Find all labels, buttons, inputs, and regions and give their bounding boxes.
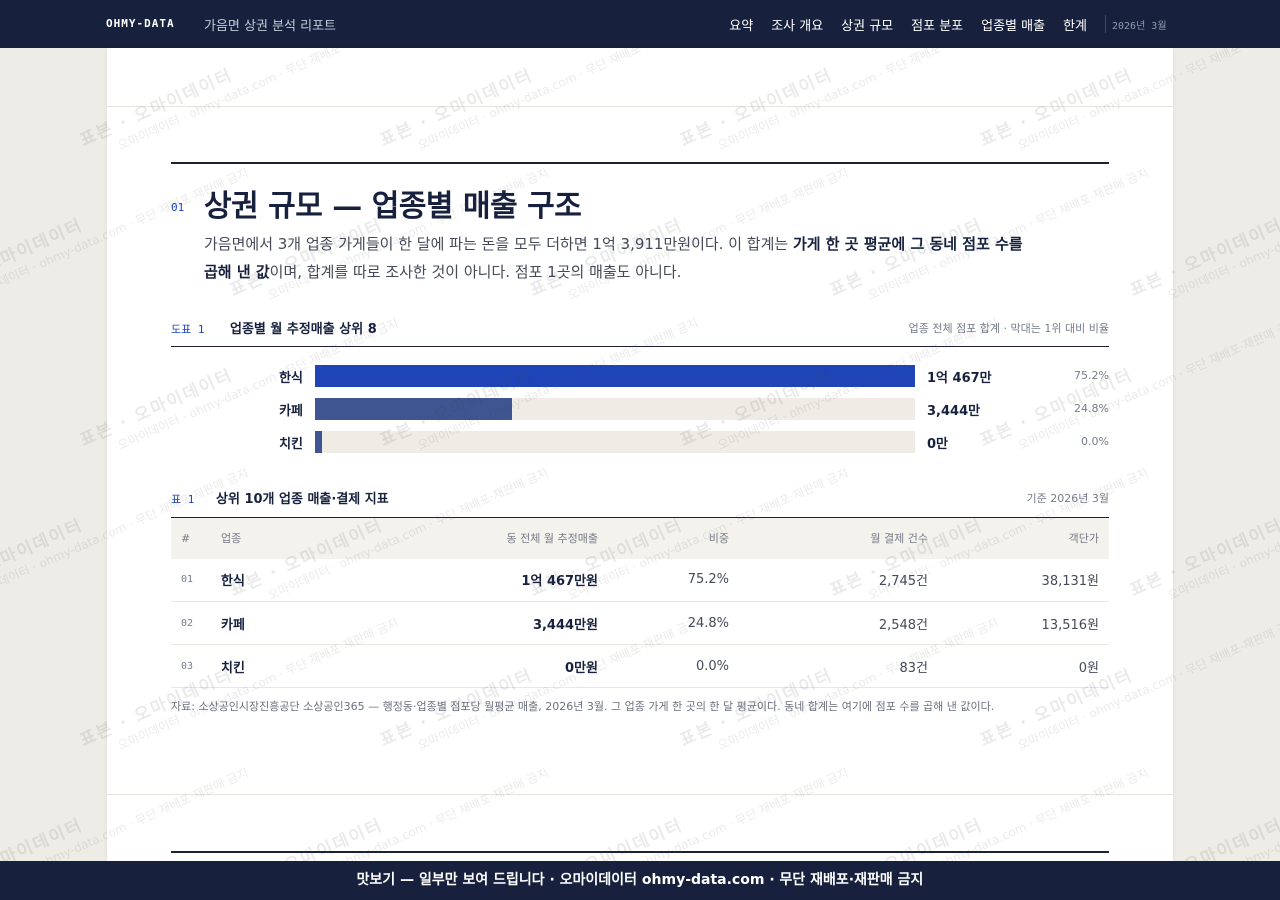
bar-track [315,398,915,420]
cell-monthly-sales: 3,444만원 [331,601,608,645]
table-kicker: 표 1 [171,493,195,506]
cell-industry: 치킨 [211,644,331,688]
bar-share-label: 0.0% [1081,435,1109,448]
cell-share: 75.2% [608,558,739,602]
cell-rank: 02 [171,601,211,645]
bar-value-label: 3,444만 [927,404,981,419]
table-header: 표 1 상위 10개 업종 매출·결제 지표 기준 2026년 3월 [171,488,1109,510]
bar-value-label: 1억 467만 [927,371,992,386]
figure-rule [171,346,1109,347]
bar-row: 치킨 0만 0.0% [171,431,1109,453]
cell-transactions: 2,745건 [739,558,938,602]
table-header-row: # 업종 동 전체 월 추정매출 비중 월 결제 건수 객단가 [171,517,1109,559]
source-note: 자료: 소상공인시장진흥공단 소상공인365 — 행정동·업종별 점포당 월평균… [171,700,995,713]
industry-metrics-table: # 업종 동 전체 월 추정매출 비중 월 결제 건수 객단가 01 한식 1억… [171,517,1109,688]
bar-row: 한식 1억 467만 75.2% [171,365,1109,387]
watermark-text: 표본 · 오마이데이터 [0,815,87,861]
nav-link-market-size[interactable]: 상권 규모 [841,15,893,34]
nav-link-store-distribution[interactable]: 점포 분포 [911,15,963,34]
cell-transactions: 83건 [739,644,938,688]
cell-share: 0.0% [608,644,739,688]
col-rank: # [171,517,211,559]
watermark-text: 표본 · 오마이데이터 [1277,665,1280,751]
nav-link-limitations[interactable]: 한계 [1063,15,1087,34]
col-share: 비중 [608,517,739,559]
report-sheet [107,48,1173,900]
watermark-text: 오마이데이터 · ohmy-data.com · 무단 재배포·재판매 금지 [1165,466,1280,603]
section-top-rule [171,162,1109,164]
table-row: 02 카페 3,444만원 24.8% 2,548건 13,516원 [171,601,1109,645]
watermark-text: 오마이데이터 · ohmy-data.com · 무단 재배포·재판매 금지 [1166,766,1280,861]
col-transactions: 월 결제 건수 [739,517,938,559]
top-nav-bar: OHMY-DATA 가음면 상권 분석 리포트 요약 조사 개요 상권 규모 점… [0,0,1280,48]
cell-rank: 03 [171,644,211,688]
bar-fill [315,431,322,453]
bar-fill [315,398,512,420]
figure-note: 업종 전체 점포 합계 · 막대는 1위 대비 비율 [908,322,1109,335]
issue-date: 2026년 3월 [1112,21,1167,32]
cell-monthly-sales: 0만원 [331,644,608,688]
bar-label: 한식 [279,371,303,386]
sheet-divider-top [107,106,1173,107]
watermark-text: 표본 · 오마이데이터 [1277,365,1280,451]
bar-row: 카페 3,444만 24.8% [171,398,1109,420]
bar-track [315,365,915,387]
section-nav: 요약 조사 개요 상권 규모 점포 분포 업종별 매출 한계 [729,15,1087,34]
table-row: 03 치킨 0만원 0.0% 83건 0원 [171,644,1109,688]
figure-header: 도표 1 업종별 월 추정매출 상위 8 업종 전체 점포 합계 · 막대는 1… [171,318,1109,340]
cell-monthly-sales: 1억 467만원 [331,558,608,602]
table-note: 기준 2026년 3월 [1026,492,1109,505]
watermark-text: 표본 · 오마이데이터 [0,515,87,601]
cell-transactions: 2,548건 [739,601,938,645]
next-section-rule [171,851,1109,853]
watermark-text: 오마이데이터 · ohmy-data.com · 무단 재배포·재판매 금지 [1165,166,1280,303]
cell-rank: 01 [171,558,211,602]
figure-kicker: 도표 1 [171,323,205,336]
cell-avg-ticket: 0원 [938,644,1109,688]
brand-logo[interactable]: OHMY-DATA [106,17,175,30]
cell-industry: 카페 [211,601,331,645]
nav-link-summary[interactable]: 요약 [729,15,753,34]
bar-value-label: 0만 [927,437,949,452]
bar-track [315,431,915,453]
table-row: 01 한식 1억 467만원 75.2% 2,745건 38,131원 [171,558,1109,602]
bar-share-label: 24.8% [1074,402,1109,415]
bar-label: 치킨 [279,437,303,452]
table-title: 상위 10개 업종 매출·결제 지표 [216,492,389,507]
col-avg-ticket: 객단가 [938,517,1109,559]
watermark-text: 표본 · 오마이데이터 [0,215,87,301]
section-number: 01 [171,201,185,214]
watermark-text: 표본 · 오마이데이터 [1277,65,1280,151]
col-industry: 업종 [211,517,331,559]
preview-footer-banner: 맛보기 — 일부만 보여 드립니다 · 오마이데이터 ohmy-data.com… [0,861,1280,900]
figure-title: 업종별 월 추정매출 상위 8 [230,322,377,337]
section-lead: 가음면에서 3개 업종 가게들이 한 달에 파는 돈을 모두 더하면 1억 3,… [204,235,1023,281]
report-subtitle: 가음면 상권 분석 리포트 [204,19,336,34]
cell-share: 24.8% [608,601,739,645]
nav-link-survey-overview[interactable]: 조사 개요 [771,15,823,34]
cell-avg-ticket: 38,131원 [938,558,1109,602]
bar-share-label: 75.2% [1074,369,1109,382]
section-title: 상권 규모 — 업종별 매출 구조 [204,189,582,224]
nav-link-sales-by-industry[interactable]: 업종별 매출 [981,15,1045,34]
bar-fill [315,365,915,387]
sheet-divider-bottom [107,794,1173,795]
bar-label: 카페 [279,404,303,419]
nav-divider [1105,15,1106,33]
cell-avg-ticket: 13,516원 [938,601,1109,645]
cell-industry: 한식 [211,558,331,602]
col-monthly-sales: 동 전체 월 추정매출 [331,517,608,559]
